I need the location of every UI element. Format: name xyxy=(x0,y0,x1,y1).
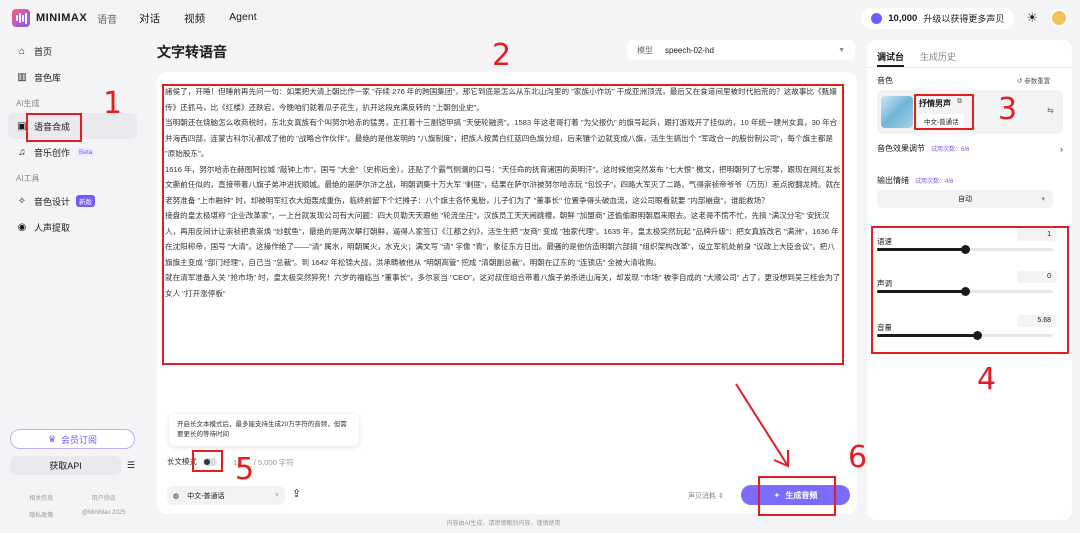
globe-icon: ◍ xyxy=(173,492,180,500)
ai-disclaimer: 内容由AI生成，请审慎甄别内容，谨慎使用 xyxy=(446,521,561,527)
upgrade-link[interactable]: 升级以获得更多声贝 xyxy=(923,12,1004,25)
reset-params-button[interactable]: ↺ 参数重置 xyxy=(1017,75,1050,85)
language-value: 中文-普通话 xyxy=(187,492,225,500)
annotation-number-6: 6 xyxy=(848,440,868,475)
collapse-sidebar-icon[interactable]: ☰ xyxy=(127,460,135,471)
page-title: 文字转语音 xyxy=(157,44,227,60)
footer-link-info[interactable]: 相关信息 xyxy=(10,493,73,502)
model-select[interactable]: 模型 speech-02-hd ▼ xyxy=(627,40,855,60)
sidebar-item-music[interactable]: ♫ 音乐创作 Beta xyxy=(8,139,137,165)
long-mode-tooltip: 开启长文本模式后，最多能支持生成20万字符的音频，但需要更长的等待时间 xyxy=(169,414,359,446)
sidebar-item-label: 音色库 xyxy=(34,72,62,83)
annotation-number-3: 3 xyxy=(998,92,1018,127)
credits-value: 10,000 xyxy=(888,12,918,24)
tab-debug[interactable]: 调试台 xyxy=(877,50,905,67)
footer-link-terms[interactable]: 用户协议 xyxy=(73,493,136,502)
annotation-number-4: 4 xyxy=(977,362,997,397)
design-icon: ✧ xyxy=(17,195,27,207)
annotation-box-tts xyxy=(26,113,82,142)
emotion-trial-count: 试用次数：4/6 xyxy=(915,179,954,185)
beta-badge: Beta xyxy=(76,147,96,157)
sidebar-item-vocal-extract[interactable]: ◉ 人声提取 xyxy=(8,214,137,240)
footer-link-privacy[interactable]: 隐私政策 xyxy=(10,510,73,519)
close-icon[interactable]: × xyxy=(275,492,279,499)
voice-credit-select[interactable]: 声贝消耗 ⇕ xyxy=(688,491,724,501)
swap-icon[interactable]: ⇆ xyxy=(1047,106,1054,115)
extract-icon: ◉ xyxy=(17,221,27,233)
annotation-number-5: 5 xyxy=(235,452,255,487)
footer-copyright: @MiniMax 2025 xyxy=(82,510,126,516)
annotation-box-longmode xyxy=(192,450,223,472)
emotion-row: 输出情绪 试用次数：4/6 xyxy=(877,176,954,185)
chevron-down-icon: ▼ xyxy=(838,46,845,54)
sidebar-item-home[interactable]: ⌂ 首页 xyxy=(8,38,137,64)
model-value: speech-02-hd xyxy=(665,45,714,55)
subscribe-label: 会员订阅 xyxy=(61,434,98,445)
sidebar-item-voice-design[interactable]: ✧ 音色设计 新版 xyxy=(8,188,137,214)
voice-effect-row[interactable]: 音色效果调节 试用次数：6/6 › xyxy=(877,143,1063,154)
voice-thumbnail xyxy=(881,96,913,128)
section-ai-tools: AI工具 xyxy=(16,174,40,183)
avatar[interactable] xyxy=(1050,9,1068,27)
minimax-logo-icon xyxy=(12,9,30,27)
sidebar-footer: 相关信息 用户协议 隐私政策 @MiniMax 2025 xyxy=(10,493,135,519)
brand-sub: 语音 xyxy=(97,14,118,26)
chevron-right-icon: › xyxy=(1060,143,1063,154)
sun-icon[interactable]: ☀ xyxy=(1026,10,1038,26)
sidebar-item-label: 音乐创作 xyxy=(34,147,71,158)
annotation-box-sliders xyxy=(871,226,1069,354)
subscribe-button[interactable]: ♛ 会员订阅 xyxy=(10,429,135,449)
sidebar-item-label: 音色设计 xyxy=(34,196,71,207)
new-badge: 新版 xyxy=(76,195,96,207)
annotation-box-voice xyxy=(914,94,974,130)
brand-name: MINIMAX xyxy=(36,12,88,24)
home-icon: ⌂ xyxy=(18,45,26,57)
annotation-number-2: 2 xyxy=(492,38,512,73)
sidebar-item-label: 首页 xyxy=(34,46,53,57)
top-nav-video[interactable]: 视频 xyxy=(184,11,205,26)
sidebar-item-label: 人声提取 xyxy=(34,222,71,233)
coin-icon xyxy=(871,12,883,24)
library-icon: ▥ xyxy=(17,71,27,83)
annotation-box-text xyxy=(162,84,844,365)
effect-trial-count: 试用次数：6/6 xyxy=(931,147,970,153)
language-select[interactable]: ◍ 中文-普通话 × xyxy=(167,486,285,505)
get-api-button[interactable]: 获取API xyxy=(10,456,121,475)
annotation-arrow xyxy=(735,383,789,468)
crown-icon: ♛ xyxy=(47,433,57,444)
upload-icon[interactable]: ⇪ xyxy=(292,487,301,500)
top-bar: MINIMAX 语音 对话 视频 Agent 10,000 升级以获得更多声贝 … xyxy=(0,0,1080,36)
music-icon: ♫ xyxy=(18,146,26,158)
model-label: 模型 xyxy=(637,45,653,55)
top-nav: 对话 视频 Agent xyxy=(139,11,256,26)
annotation-box-generate xyxy=(758,476,836,516)
credits-pill[interactable]: 10,000 升级以获得更多声贝 xyxy=(861,7,1015,29)
tab-history[interactable]: 生成历史 xyxy=(920,50,956,67)
top-nav-agent[interactable]: Agent xyxy=(229,11,256,26)
emotion-select[interactable]: 自动 ▾ xyxy=(877,190,1053,208)
annotation-number-1: 1 xyxy=(103,86,123,121)
chevron-down-icon: ▾ xyxy=(1041,196,1045,203)
top-nav-chat[interactable]: 对话 xyxy=(139,11,160,26)
voice-section-label: 音色 xyxy=(877,76,893,85)
brand-logo[interactable]: MINIMAX 语音 xyxy=(12,9,117,27)
